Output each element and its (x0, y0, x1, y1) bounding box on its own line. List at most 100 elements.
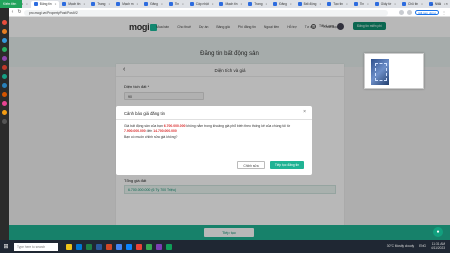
app-icon[interactable] (156, 243, 162, 250)
floating-preview-window[interactable] (364, 53, 424, 89)
browser-tab[interactable]: Trang × (245, 1, 270, 8)
browser-tab[interactable]: Mạch m × (113, 1, 141, 8)
message-text: Giá bất động sản của bạn (124, 124, 164, 128)
close-tab-icon[interactable]: × (182, 2, 184, 6)
language-indicator[interactable]: ENG (419, 244, 426, 248)
browser-tab[interactable]: Cập nhật × (187, 1, 217, 8)
favicon-icon (62, 2, 67, 6)
close-tab-icon[interactable]: × (108, 2, 110, 6)
sidebar-app-icon[interactable] (2, 20, 7, 25)
continue-posting-button[interactable]: Tiếp tục đăng tin (270, 161, 304, 169)
tab-label: Mạch tin (68, 2, 81, 6)
close-icon[interactable]: × (303, 109, 306, 115)
browser-tab[interactable]: Giấy tờ × (372, 1, 399, 8)
sidebar-app-icon[interactable] (2, 101, 7, 106)
browser-tab[interactable]: Bất động × (295, 1, 325, 8)
close-window-icon[interactable]: × (446, 1, 448, 6)
close-tab-icon[interactable]: × (137, 2, 139, 6)
close-tab-icon[interactable]: × (266, 2, 268, 6)
app-icon[interactable] (136, 243, 142, 250)
browser-tab[interactable]: Đăng tin × (30, 0, 60, 8)
reload-icon[interactable]: ↻ (16, 9, 23, 15)
close-tab-icon[interactable]: × (394, 2, 396, 6)
edge-icon[interactable] (76, 243, 82, 250)
zalo-icon[interactable] (126, 243, 132, 250)
sidebar-app-icon[interactable] (2, 119, 7, 124)
close-tab-icon[interactable]: × (83, 2, 85, 6)
extensions-icon[interactable] (399, 9, 405, 15)
favicon-icon (353, 2, 358, 6)
favicon-icon (273, 2, 278, 6)
app-icon[interactable] (166, 243, 172, 250)
word-icon[interactable] (96, 243, 102, 250)
tab-label: Chủ tin (407, 2, 419, 6)
sidebar-app-icon[interactable] (2, 47, 7, 52)
weather-text[interactable]: 30°C Mostly cloudy (387, 244, 414, 248)
sidebar-app-icon[interactable] (2, 38, 7, 43)
close-tab-icon[interactable]: × (212, 2, 214, 6)
browser-tab[interactable]: Đăng × (141, 1, 165, 8)
price-warning-modal: Cảnh báo giá đăng tin × Giá bất động sản… (116, 106, 312, 175)
browser-sidebar: Kiếm tiền (0, 0, 22, 240)
close-tab-icon[interactable]: × (161, 2, 163, 6)
close-tab-icon[interactable]: × (55, 2, 57, 6)
minimize-icon[interactable]: – (431, 1, 433, 6)
browser-tab[interactable]: Tạo tin × (324, 1, 351, 8)
favicon-icon (33, 2, 38, 6)
floor-plan-image (371, 59, 389, 85)
close-tab-icon[interactable]: × (26, 2, 28, 6)
menu-dots-icon[interactable]: ⋮ (442, 10, 446, 15)
back-icon[interactable]: ‹ (9, 9, 16, 15)
close-tab-icon[interactable]: × (319, 2, 321, 6)
tab-label: Tạo tin (333, 2, 343, 6)
sidebar-app-icon[interactable] (2, 83, 7, 88)
maximize-icon[interactable]: □ (438, 1, 440, 6)
browser-tab[interactable]: Đăng × (270, 1, 294, 8)
app-icon[interactable] (146, 243, 152, 250)
sidebar-app-icon[interactable] (2, 110, 7, 115)
taskbar-search-input[interactable]: Type here to search (14, 242, 58, 251)
close-tab-icon[interactable]: × (346, 2, 348, 6)
browser-tab[interactable]: Tin × (166, 1, 187, 8)
excel-icon[interactable] (86, 243, 92, 250)
tab-label: Tin (174, 2, 180, 6)
tab-label: Đăng (150, 2, 158, 6)
browser-tab[interactable]: Tin × (351, 1, 372, 8)
system-tray: 30°C Mostly cloudy ENG 11:31 AM 4/11/202… (387, 242, 445, 250)
browser-tab[interactable]: Mạch tin × (59, 1, 88, 8)
paused-badge[interactable]: Đã tạm dừng (415, 9, 439, 15)
sidebar-app-icon[interactable] (2, 74, 7, 79)
profile-icon[interactable] (407, 9, 413, 15)
modal-question: Bạn có muốn chỉnh sửa giá không? (124, 134, 178, 139)
browser-tab[interactable]: Trang × (88, 1, 113, 8)
close-tab-icon[interactable]: × (421, 2, 423, 6)
sidebar-app-icon[interactable] (2, 92, 7, 97)
browser-tab[interactable]: Chủ tin × (399, 1, 426, 8)
close-tab-icon[interactable]: × (367, 2, 369, 6)
range-from: 7.900.000.000 (124, 129, 146, 134)
sidebar-badge[interactable]: Kiếm tiền (0, 0, 22, 8)
edit-price-button[interactable]: Chỉnh sửa (237, 161, 265, 169)
chrome-icon[interactable] (116, 243, 122, 250)
address-bar: ‹ ↻ pro.mogi.vn/PropertyPost/PostV2 Đã t… (0, 8, 450, 17)
windows-start-icon[interactable]: ⊞ (0, 243, 12, 250)
close-tab-icon[interactable]: × (290, 2, 292, 6)
date-text: 4/11/2023 (431, 246, 445, 250)
url-input[interactable]: pro.mogi.vn/PropertyPost/PostV2 (24, 9, 388, 16)
favicon-icon (401, 2, 406, 6)
window-controls: – □ × (431, 1, 448, 6)
clock[interactable]: 11:31 AM 4/11/2023 (431, 242, 445, 250)
tab-label: Bất động (303, 2, 317, 6)
browser-tab[interactable]: Mạch tin × (216, 1, 245, 8)
favicon-icon (116, 2, 121, 6)
chat-icon[interactable]: ● (433, 227, 443, 237)
file-explorer-icon[interactable] (66, 243, 72, 250)
sidebar-app-icon[interactable] (2, 56, 7, 61)
sidebar-app-icon[interactable] (2, 65, 7, 70)
favicon-icon (168, 2, 173, 6)
powerpoint-icon[interactable] (106, 243, 112, 250)
close-tab-icon[interactable]: × (241, 2, 243, 6)
user-price: 6.700.000.000 (163, 124, 186, 128)
message-text: không nằm trong khoảng giá phổ biến theo… (185, 124, 291, 128)
sidebar-app-icon[interactable] (2, 29, 7, 34)
